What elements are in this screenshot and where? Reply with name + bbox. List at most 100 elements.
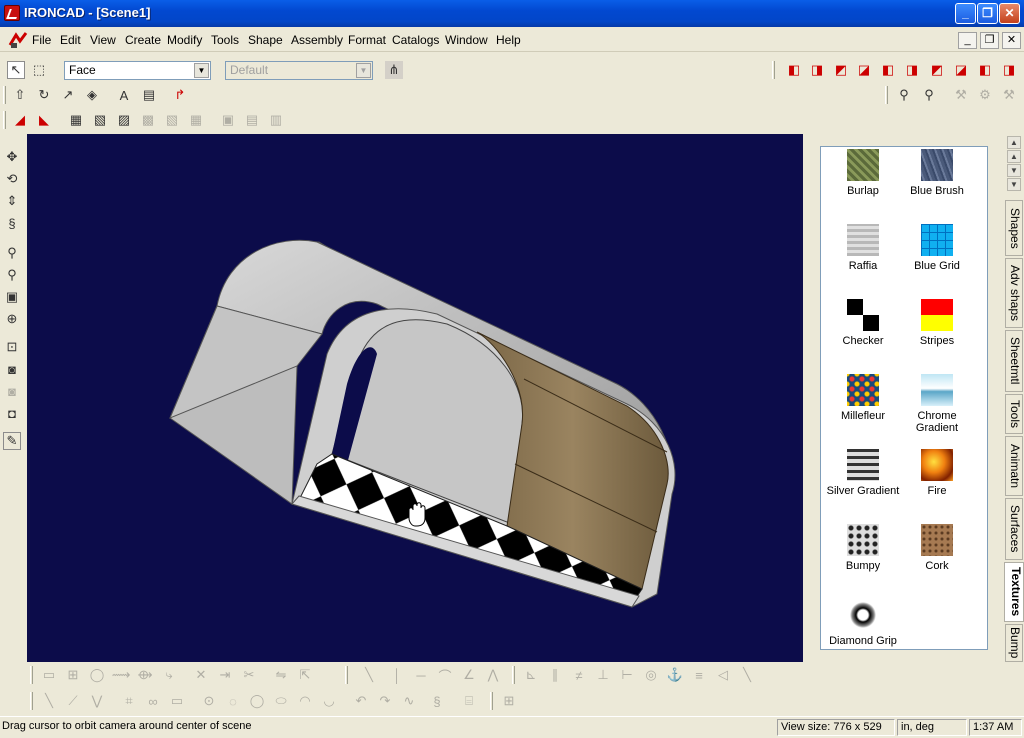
toolbar-grip[interactable] xyxy=(345,666,348,684)
menu-edit[interactable]: Edit xyxy=(60,33,81,47)
catalog-item-blue-brush[interactable]: Blue Brush xyxy=(895,149,979,197)
view-cube-icon[interactable]: ◨ xyxy=(808,61,826,79)
3d-viewport[interactable] xyxy=(27,134,803,663)
tab-scroll-last-icon[interactable]: ▼ xyxy=(1007,178,1021,191)
menu-file[interactable]: File xyxy=(32,33,51,47)
toolbar-grip[interactable] xyxy=(512,666,515,684)
toolbar-grip[interactable] xyxy=(30,666,33,684)
minimize-button[interactable]: _ xyxy=(955,3,976,24)
tab-textures[interactable]: Textures xyxy=(1004,562,1024,622)
view-cube-icon[interactable]: ◧ xyxy=(879,61,897,79)
extrude-icon[interactable]: ⇧ xyxy=(11,86,29,104)
toolbar-grip[interactable] xyxy=(3,111,6,129)
catalog-item-silver-gradient[interactable]: Silver Gradient xyxy=(821,449,905,497)
selection-filter-combo[interactable]: Face ▼ xyxy=(64,61,211,80)
view-cube-icon[interactable]: ◧ xyxy=(976,61,994,79)
camera-fit-icon[interactable]: ▣ xyxy=(3,288,21,306)
select-arrow-icon[interactable]: ↖ xyxy=(7,61,25,79)
menu-help[interactable]: Help xyxy=(496,33,521,47)
eyedropper-icon[interactable]: ⚲ xyxy=(895,86,913,104)
view-cube-icon[interactable]: ◩ xyxy=(928,61,946,79)
view-cube-icon[interactable]: ◨ xyxy=(903,61,921,79)
zoom-window-icon[interactable]: ⚲ xyxy=(3,266,21,284)
spin-icon[interactable]: ↻ xyxy=(35,86,53,104)
layer-icon[interactable]: ▦ xyxy=(67,111,85,129)
part-icon[interactable]: ↱ xyxy=(171,86,189,104)
roll-icon[interactable]: § xyxy=(3,214,21,232)
toolbar-grip[interactable] xyxy=(490,692,493,710)
menu-window[interactable]: Window xyxy=(445,33,488,47)
catalog-item-blue-grid[interactable]: Blue Grid xyxy=(895,224,979,272)
intellishape-icon[interactable]: ◢ xyxy=(11,111,29,129)
orbit-icon[interactable]: ⟲ xyxy=(3,170,21,188)
catalog-item-stripes[interactable]: Stripes xyxy=(895,299,979,347)
toolbar-grip[interactable] xyxy=(3,86,6,104)
tab-shapes[interactable]: Shapes xyxy=(1005,200,1023,256)
zoom-icon[interactable]: ⚲ xyxy=(3,244,21,262)
mdi-restore-button[interactable]: ❐ xyxy=(980,32,999,49)
scroll-down-icon[interactable]: ▼ xyxy=(987,633,988,649)
tab-surfaces[interactable]: Surfaces xyxy=(1005,498,1023,560)
move-icon[interactable]: ✥ xyxy=(3,148,21,166)
view-cube-icon[interactable]: ◩ xyxy=(832,61,850,79)
tab-adv-shaps[interactable]: Adv shaps xyxy=(1005,258,1023,328)
menu-catalogs[interactable]: Catalogs xyxy=(392,33,439,47)
catalog-item-cork[interactable]: Cork xyxy=(895,524,979,572)
toolbar-grip[interactable] xyxy=(30,692,33,710)
camera-view-icon[interactable]: ◘ xyxy=(3,404,21,422)
toolbar-grip[interactable] xyxy=(885,86,888,104)
menu-shape[interactable]: Shape xyxy=(248,33,283,47)
camera-icon[interactable]: ◙ xyxy=(3,360,21,378)
tab-scroll-up-icon[interactable]: ▲ xyxy=(1007,150,1021,163)
tab-sheetmtl[interactable]: Sheetmtl xyxy=(1005,330,1023,392)
tab-animatn[interactable]: Animatn xyxy=(1005,436,1023,496)
chevron-down-icon[interactable]: ▼ xyxy=(194,63,209,78)
layer-edit-icon[interactable]: ▧ xyxy=(91,111,109,129)
layer-stack-icon[interactable]: ▨ xyxy=(115,111,133,129)
menu-view[interactable]: View xyxy=(90,33,116,47)
menu-modify[interactable]: Modify xyxy=(167,33,202,47)
scene-model[interactable] xyxy=(27,134,803,663)
tab-scroll-first-icon[interactable]: ▲ xyxy=(1007,136,1021,149)
catalog-item-raffia[interactable]: Raffia xyxy=(821,224,905,272)
pencil-icon[interactable]: ✎ xyxy=(3,432,21,450)
document-icon[interactable] xyxy=(8,31,28,49)
part-mode-icon[interactable]: ◣ xyxy=(35,111,53,129)
view-cube-icon[interactable]: ◪ xyxy=(855,61,873,79)
texture-catalog[interactable]: Burlap Blue Brush Raffia Blue Grid Check… xyxy=(820,146,988,650)
loft-icon[interactable]: ◈ xyxy=(83,86,101,104)
paint-icon[interactable]: ⚲ xyxy=(920,86,938,104)
select-box-icon[interactable]: ⬚ xyxy=(30,61,48,79)
look-at-icon[interactable]: ⊕ xyxy=(3,310,21,328)
catalog-scrollbar[interactable]: ▲ ▼ xyxy=(987,147,988,649)
sweep-icon[interactable]: ↗ xyxy=(59,86,77,104)
catalog-item-burlap[interactable]: Burlap xyxy=(821,149,905,197)
mdi-close-button[interactable]: ✕ xyxy=(1002,32,1021,49)
tab-scroll-down-icon[interactable]: ▼ xyxy=(1007,164,1021,177)
view-cube-icon[interactable]: ◧ xyxy=(785,61,803,79)
tab-bump[interactable]: Bump xyxy=(1005,624,1023,662)
scroll-up-icon[interactable]: ▲ xyxy=(987,147,988,163)
toolbar-grip[interactable] xyxy=(772,61,775,79)
tab-tools[interactable]: Tools xyxy=(1005,394,1023,434)
menu-create[interactable]: Create xyxy=(125,33,161,47)
restore-button[interactable]: ❐ xyxy=(977,3,998,24)
camera-target-icon[interactable]: ⊡ xyxy=(3,338,21,356)
ironcad-app-icon[interactable] xyxy=(4,5,20,21)
text-icon[interactable]: A xyxy=(115,86,133,104)
close-button[interactable]: ✕ xyxy=(999,3,1020,24)
custom-shape-icon[interactable]: ▤ xyxy=(140,86,158,104)
catalog-item-bumpy[interactable]: Bumpy xyxy=(821,524,905,572)
view-cube-icon[interactable]: ◨ xyxy=(1000,61,1018,79)
tree-icon[interactable]: ⋔ xyxy=(385,61,403,79)
catalog-item-checker[interactable]: Checker xyxy=(821,299,905,347)
catalog-item-millefleur[interactable]: Millefleur xyxy=(821,374,905,422)
catalog-item-fire[interactable]: Fire xyxy=(895,449,979,497)
mdi-minimize-button[interactable]: _ xyxy=(958,32,977,49)
menu-assembly[interactable]: Assembly xyxy=(291,33,343,47)
catalog-item-diamond-grip[interactable]: Diamond Grip xyxy=(821,599,905,647)
menu-format[interactable]: Format xyxy=(348,33,386,47)
dolly-icon[interactable]: ⇕ xyxy=(3,192,21,210)
catalog-item-chrome-gradient[interactable]: Chrome Gradient xyxy=(895,374,979,434)
view-cube-icon[interactable]: ◪ xyxy=(952,61,970,79)
